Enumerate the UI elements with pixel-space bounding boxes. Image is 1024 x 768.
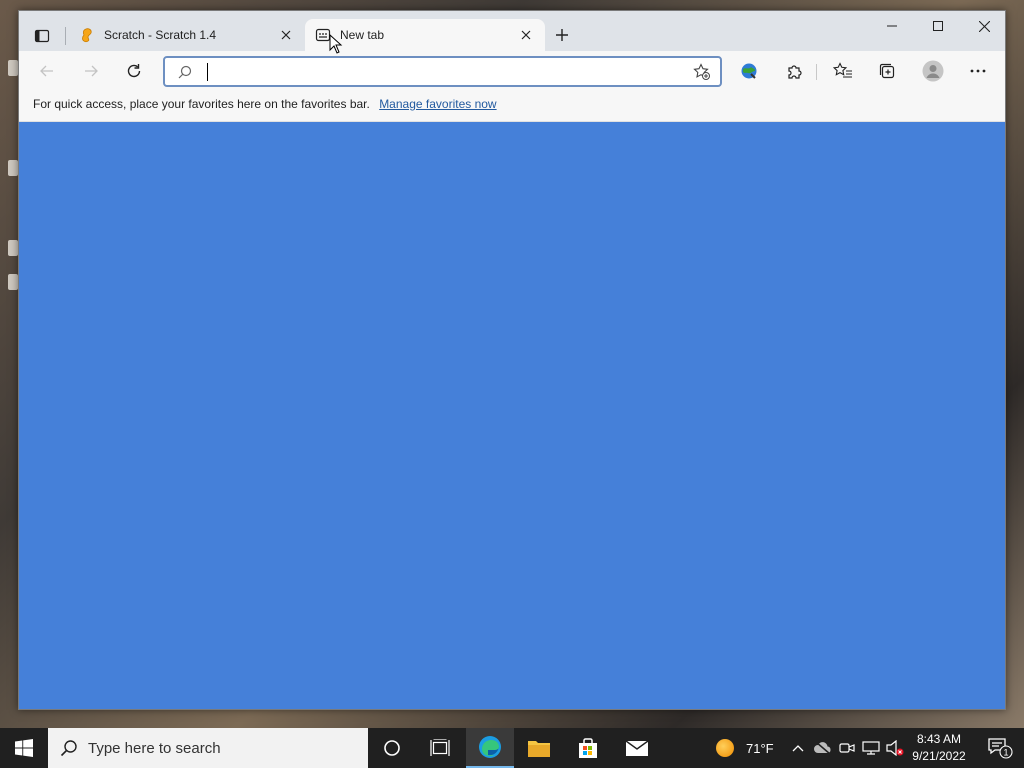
profile-button[interactable] <box>919 57 947 85</box>
settings-more-button[interactable] <box>964 57 992 85</box>
search-icon <box>178 65 192 79</box>
arrow-left-icon <box>40 65 53 77</box>
clock-time: 8:43 AM <box>916 732 962 746</box>
minimize-icon <box>887 25 897 27</box>
windows-logo-icon <box>15 739 33 757</box>
plus-icon <box>556 29 568 41</box>
taskbar-edge-button[interactable] <box>466 728 514 768</box>
forward-button[interactable] <box>77 57 105 85</box>
cloud-offline-icon <box>814 741 831 755</box>
favorites-button[interactable] <box>829 57 857 85</box>
tab-scratch[interactable]: Scratch - Scratch 1.4 <box>69 19 305 51</box>
taskbar: Type here to search 71°F 8:43 AM 9/21/20… <box>0 728 1024 768</box>
desktop-icon-fragment[interactable] <box>8 240 18 256</box>
desktop-icon-fragment[interactable] <box>8 274 18 290</box>
clock-date: 9/21/2022 <box>912 749 966 763</box>
scratch-icon <box>79 27 95 43</box>
task-view-button[interactable] <box>416 728 464 768</box>
system-clock[interactable]: 8:43 AM 9/21/2022 <box>904 731 974 765</box>
search-placeholder: Type here to search <box>88 739 221 757</box>
start-button[interactable] <box>0 728 48 768</box>
desktop-icon-fragment[interactable] <box>8 60 18 76</box>
minimize-button[interactable] <box>869 11 915 41</box>
taskbar-mail-button[interactable] <box>613 728 661 768</box>
store-icon <box>579 738 597 758</box>
refresh-button[interactable] <box>120 57 148 85</box>
network-icon <box>862 741 880 755</box>
desktop-icon-fragment[interactable] <box>8 160 18 176</box>
tab-label: Scratch - Scratch 1.4 <box>104 28 217 42</box>
chevron-up-icon <box>792 745 804 752</box>
avatar-icon <box>922 60 944 82</box>
extensions-button[interactable] <box>781 57 809 85</box>
back-button[interactable] <box>33 57 61 85</box>
folder-icon <box>528 741 550 757</box>
cortana-button[interactable] <box>368 728 416 768</box>
notification-count: 1 <box>1003 748 1008 758</box>
tab-actions-icon <box>34 29 50 43</box>
navigation-toolbar <box>19 51 1005 91</box>
collections-icon <box>879 63 895 79</box>
close-window-button[interactable] <box>961 11 1007 41</box>
tab-label: New tab <box>340 28 385 42</box>
puzzle-icon <box>788 65 802 79</box>
refresh-icon <box>127 64 141 78</box>
close-tab-button[interactable] <box>277 26 295 44</box>
close-tab-button[interactable] <box>517 26 535 44</box>
task-view-icon <box>430 739 450 756</box>
toolbar-divider <box>816 64 817 80</box>
tab-strip: Scratch - Scratch 1.4 New tab <box>19 11 1005 51</box>
favorites-list-icon <box>833 62 852 78</box>
new-tab-page-content <box>19 122 1005 709</box>
close-icon <box>521 30 531 40</box>
taskbar-store-button[interactable] <box>564 728 612 768</box>
weather-temperature: 71°F <box>746 740 774 756</box>
sun-icon <box>716 739 734 757</box>
search-icon <box>60 740 77 757</box>
favorites-bar: For quick access, place your favorites h… <box>19 91 1005 122</box>
extension-globe-button[interactable] <box>735 57 763 85</box>
new-tab-button[interactable] <box>551 24 573 46</box>
maximize-button[interactable] <box>915 11 961 41</box>
manage-favorites-link[interactable]: Manage favorites now <box>379 97 496 111</box>
volume-muted-icon <box>886 740 904 756</box>
taskbar-search-box[interactable]: Type here to search <box>48 728 368 768</box>
favorites-bar-message: For quick access, place your favorites h… <box>33 97 370 111</box>
address-input[interactable] <box>207 62 677 82</box>
action-center-button[interactable]: 1 <box>980 728 1020 768</box>
mouse-pointer-icon <box>329 34 343 54</box>
onedrive-tray-button[interactable] <box>811 728 835 768</box>
collections-button[interactable] <box>873 57 901 85</box>
tab-separator <box>65 27 66 45</box>
edge-icon <box>479 736 501 758</box>
tab-actions-button[interactable] <box>27 23 57 49</box>
network-tray-button[interactable] <box>859 728 883 768</box>
globe-extension-icon <box>741 63 757 79</box>
camera-icon <box>839 743 855 753</box>
close-icon <box>281 30 291 40</box>
mail-icon <box>625 740 649 756</box>
taskbar-file-explorer-button[interactable] <box>515 728 563 768</box>
add-favorite-icon[interactable] <box>693 63 711 81</box>
notification-icon: 1 <box>988 738 1013 759</box>
meet-now-tray-button[interactable] <box>835 728 859 768</box>
cortana-icon <box>384 740 400 756</box>
weather-widget[interactable]: 71°F <box>716 728 774 768</box>
close-icon <box>978 20 990 32</box>
address-bar[interactable] <box>163 56 722 87</box>
more-dots-icon <box>970 69 986 73</box>
browser-window: Scratch - Scratch 1.4 New tab For quick … <box>18 10 1006 710</box>
maximize-icon <box>933 21 943 31</box>
arrow-right-icon <box>85 65 98 77</box>
show-hidden-icons-button[interactable] <box>786 728 810 768</box>
text-caret <box>207 63 208 81</box>
